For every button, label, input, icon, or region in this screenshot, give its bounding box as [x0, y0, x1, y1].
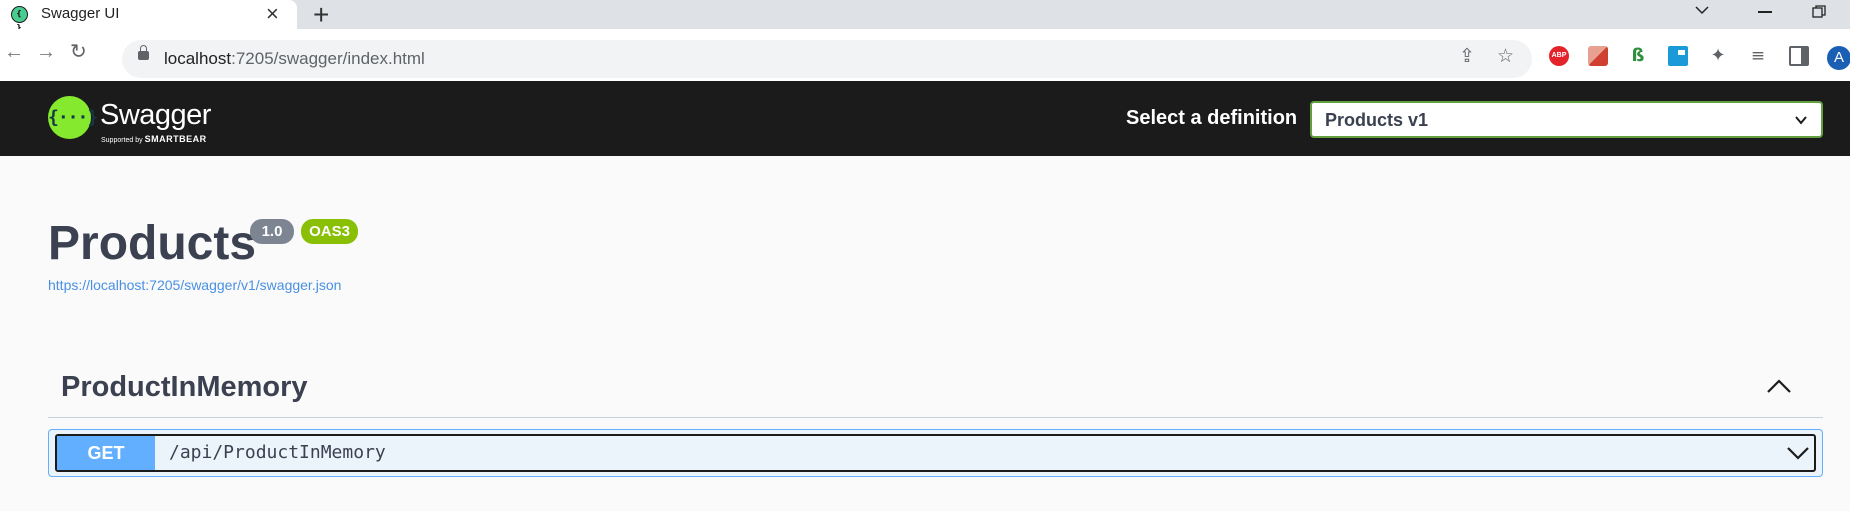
swagger-favicon-icon: [11, 6, 28, 35]
blue-extension-icon[interactable]: [1668, 46, 1688, 66]
version-badge: 1.0: [250, 219, 294, 244]
forward-icon[interactable]: →: [36, 42, 56, 62]
swagger-logo-subtitle: Supported by SMARTBEAR: [101, 134, 207, 144]
adblock-extension-icon[interactable]: ABP: [1549, 46, 1569, 66]
swagger-logo-icon[interactable]: {···}: [48, 96, 98, 139]
tag-divider: [48, 417, 1823, 418]
chevron-down-icon: [1795, 116, 1807, 125]
url-text[interactable]: localhost:7205/swagger/index.html: [164, 49, 425, 69]
flag-extension-icon[interactable]: [1588, 46, 1608, 66]
close-icon[interactable]: ×: [266, 2, 279, 26]
back-icon[interactable]: ←: [4, 42, 24, 62]
reload-icon[interactable]: ↻: [70, 42, 87, 62]
chevron-up-icon[interactable]: [1765, 377, 1793, 395]
chevron-down-icon[interactable]: [1786, 445, 1810, 461]
operation-get-block[interactable]: GET /api/ProductInMemory: [48, 429, 1823, 477]
definition-select[interactable]: Products v1: [1310, 101, 1823, 138]
tag-title[interactable]: ProductInMemory: [61, 371, 308, 404]
tab-title: Swagger UI: [41, 5, 120, 22]
definition-label: Select a definition: [1126, 107, 1298, 129]
extensions-puzzle-icon[interactable]: ✦: [1708, 46, 1728, 66]
api-title: Products: [48, 217, 257, 270]
share-icon[interactable]: ⇪: [1459, 47, 1475, 67]
side-panel-icon[interactable]: [1789, 46, 1809, 66]
spec-url-link[interactable]: https://localhost:7205/swagger/v1/swagge…: [48, 277, 341, 293]
oas-badge: OAS3: [301, 219, 358, 244]
browser-tab[interactable]: Swagger UI ×: [0, 0, 297, 35]
reading-list-icon[interactable]: ≡: [1748, 46, 1768, 66]
new-tab-button[interactable]: +: [313, 0, 329, 29]
green-extension-icon[interactable]: ß: [1628, 46, 1648, 66]
minimize-icon[interactable]: [1758, 11, 1772, 13]
operation-path: /api/ProductInMemory: [169, 442, 386, 463]
operation-summary[interactable]: GET /api/ProductInMemory: [55, 434, 1816, 472]
swagger-logo-text[interactable]: Swagger: [100, 99, 211, 132]
definition-value: Products v1: [1325, 110, 1429, 130]
profile-avatar[interactable]: A: [1827, 46, 1850, 70]
lock-icon[interactable]: [138, 45, 149, 60]
bookmark-star-icon[interactable]: ☆: [1497, 47, 1514, 67]
restore-icon[interactable]: [1812, 5, 1826, 18]
method-badge: GET: [57, 436, 155, 470]
tab-search-chevron-icon[interactable]: [1695, 3, 1709, 17]
